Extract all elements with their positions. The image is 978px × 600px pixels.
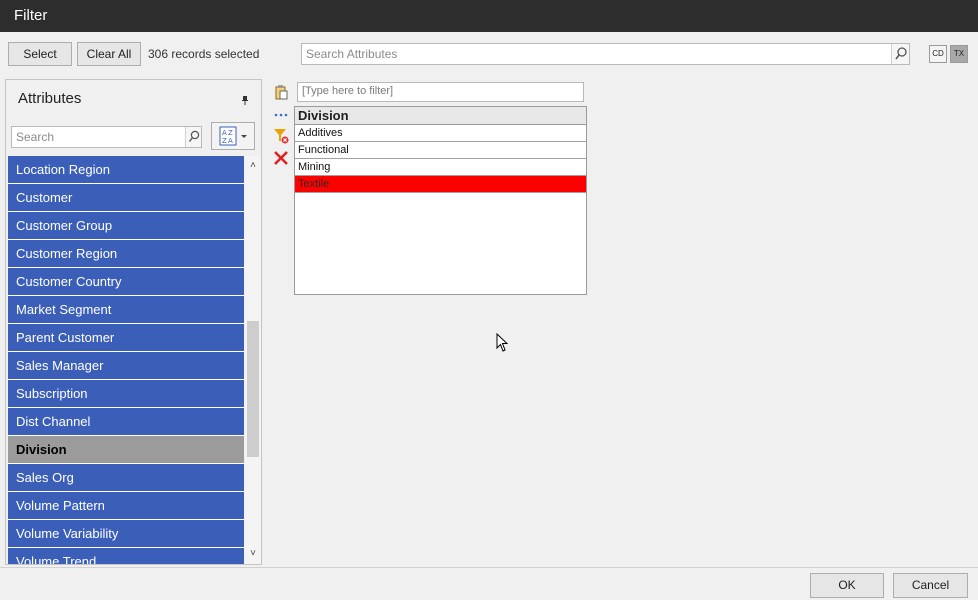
- tx-toggle-button[interactable]: TX: [950, 45, 968, 63]
- paste-icon[interactable]: [273, 84, 289, 100]
- clear-all-button[interactable]: Clear All: [77, 42, 141, 66]
- svg-text:Z: Z: [222, 137, 227, 145]
- cancel-button[interactable]: Cancel: [893, 573, 968, 598]
- svg-text:A: A: [228, 137, 233, 145]
- column-header-division[interactable]: Division: [295, 107, 586, 125]
- sort-dropdown-button[interactable]: A Z Z A: [211, 122, 255, 150]
- search-attributes-placeholder: Search Attributes: [306, 47, 398, 61]
- more-options-icon[interactable]: [273, 107, 289, 123]
- select-button[interactable]: Select: [8, 42, 72, 66]
- attribute-list-item[interactable]: Parent Customer: [8, 324, 244, 352]
- attribute-list-item[interactable]: Division: [8, 436, 244, 464]
- attribute-list-item[interactable]: Customer Group: [8, 212, 244, 240]
- attribute-list-item[interactable]: Subscription: [8, 380, 244, 408]
- grid-row[interactable]: Functional: [295, 142, 586, 159]
- grid-row[interactable]: Mining: [295, 159, 586, 176]
- attribute-search-placeholder: Search: [16, 130, 55, 144]
- value-filter-input[interactable]: [Type here to filter]: [297, 82, 584, 102]
- attributes-panel: Attributes Search A Z Z A Location Regio…: [5, 79, 262, 565]
- svg-text:A: A: [222, 129, 227, 137]
- mouse-cursor-icon: [496, 332, 509, 353]
- cd-toggle-button[interactable]: CD: [929, 45, 947, 63]
- grid-row[interactable]: Textile: [295, 176, 586, 193]
- svg-text:Z: Z: [228, 129, 233, 137]
- value-filter-placeholder: [Type here to filter]: [302, 85, 394, 97]
- sort-az-icon: A Z Z A: [219, 126, 247, 146]
- division-values-grid: Division Additives Functional Mining Textil…: [294, 106, 587, 295]
- attribute-list-item[interactable]: Volume Trend: [8, 548, 244, 564]
- scrollbar-thumb[interactable]: [247, 321, 259, 457]
- attribute-search-input[interactable]: Search: [11, 126, 202, 148]
- attribute-list-item[interactable]: Customer Country: [8, 268, 244, 296]
- attribute-list-item[interactable]: Volume Variability: [8, 520, 244, 548]
- dialog-footer: OK Cancel: [0, 567, 978, 600]
- window-title: Filter: [14, 7, 48, 24]
- chevron-down-icon[interactable]: ˅: [245, 546, 261, 562]
- attribute-list-item[interactable]: Location Region: [8, 156, 244, 184]
- search-icon[interactable]: [185, 127, 201, 147]
- clear-filter-icon[interactable]: [273, 128, 289, 144]
- attribute-list-item[interactable]: Customer Region: [8, 240, 244, 268]
- grid-row[interactable]: Additives: [295, 125, 586, 142]
- attribute-list-scrollbar[interactable]: ˄ ˅: [245, 156, 261, 564]
- attribute-list-item[interactable]: Dist Channel: [8, 408, 244, 436]
- pin-icon[interactable]: [240, 94, 250, 105]
- delete-icon[interactable]: [273, 150, 289, 166]
- attribute-list-item[interactable]: Market Segment: [8, 296, 244, 324]
- attribute-list-item[interactable]: Volume Pattern: [8, 492, 244, 520]
- attribute-list[interactable]: Location Region Customer Customer Group Cus…: [8, 156, 244, 564]
- records-selected-status: 306 records selected: [148, 47, 260, 61]
- attribute-list-item[interactable]: Sales Org: [8, 464, 244, 492]
- search-icon[interactable]: [891, 44, 909, 64]
- search-attributes-input[interactable]: Search Attributes: [301, 43, 910, 65]
- attributes-title: Attributes: [18, 90, 82, 107]
- window-titlebar: Filter: [0, 0, 978, 32]
- attribute-list-item[interactable]: Sales Manager: [8, 352, 244, 380]
- ok-button[interactable]: OK: [810, 573, 884, 598]
- chevron-up-icon[interactable]: ˄: [245, 158, 261, 174]
- attribute-list-item[interactable]: Customer: [8, 184, 244, 212]
